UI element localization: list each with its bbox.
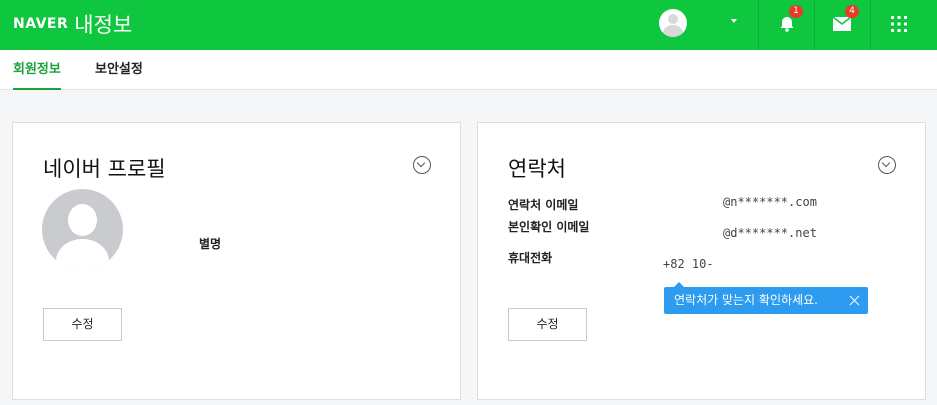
apps-grid-icon xyxy=(891,16,907,32)
mobile-phone-label: 휴대전화 xyxy=(508,251,553,265)
verify-contact-tooltip: 연락처가 맞는지 확인하세요. xyxy=(664,282,868,314)
close-icon[interactable] xyxy=(849,295,860,306)
profile-card-title: 네이버 프로필 xyxy=(43,157,166,181)
verification-email-value: @d*******.net xyxy=(723,226,817,240)
top-navigation-bar: NAVER 내정보 1 4 xyxy=(0,0,937,50)
apps-menu-button[interactable] xyxy=(870,0,937,50)
brand[interactable]: NAVER 내정보 xyxy=(13,9,132,39)
mail-button[interactable]: 4 xyxy=(814,0,870,50)
chevron-down-icon[interactable] xyxy=(731,19,737,23)
notification-count-badge: 1 xyxy=(789,5,803,18)
notifications-button[interactable]: 1 xyxy=(758,0,814,50)
profile-body-shape xyxy=(56,239,109,270)
profile-head-shape xyxy=(68,204,97,236)
contact-email-label: 연락처 이메일 xyxy=(508,198,579,212)
sub-navigation: 회원정보 보안설정 xyxy=(0,50,937,90)
page-title: 내정보 xyxy=(74,13,133,37)
user-avatar[interactable] xyxy=(659,9,687,37)
chevron-circle-icon[interactable] xyxy=(878,156,896,174)
profile-picture[interactable] xyxy=(42,189,123,270)
chevron-circle-icon[interactable] xyxy=(413,156,431,174)
contact-card: 연락처 연락처 이메일 @n*******.com 본인확인 이메일 @d***… xyxy=(477,122,926,400)
avatar-head-shape xyxy=(668,14,678,24)
contact-email-value: @n*******.com xyxy=(723,195,817,209)
verification-email-label: 본인확인 이메일 xyxy=(508,220,590,234)
tooltip-text: 연락처가 맞는지 확인하세요. xyxy=(674,293,818,307)
tab-security-settings[interactable]: 보안설정 xyxy=(95,50,143,90)
contact-card-title: 연락처 xyxy=(508,157,566,181)
mobile-phone-value: +82 10- xyxy=(663,257,714,271)
mail-count-badge: 4 xyxy=(845,5,859,18)
avatar-body-shape xyxy=(663,25,683,37)
naver-logo[interactable]: NAVER xyxy=(13,16,68,32)
nickname-label: 별명 xyxy=(199,237,222,251)
profile-card: 네이버 프로필 별명 수정 xyxy=(12,122,461,400)
mail-icon xyxy=(832,16,852,31)
edit-profile-button[interactable]: 수정 xyxy=(43,308,122,341)
edit-contact-button[interactable]: 수정 xyxy=(508,308,587,341)
tab-member-info[interactable]: 회원정보 xyxy=(13,50,61,90)
